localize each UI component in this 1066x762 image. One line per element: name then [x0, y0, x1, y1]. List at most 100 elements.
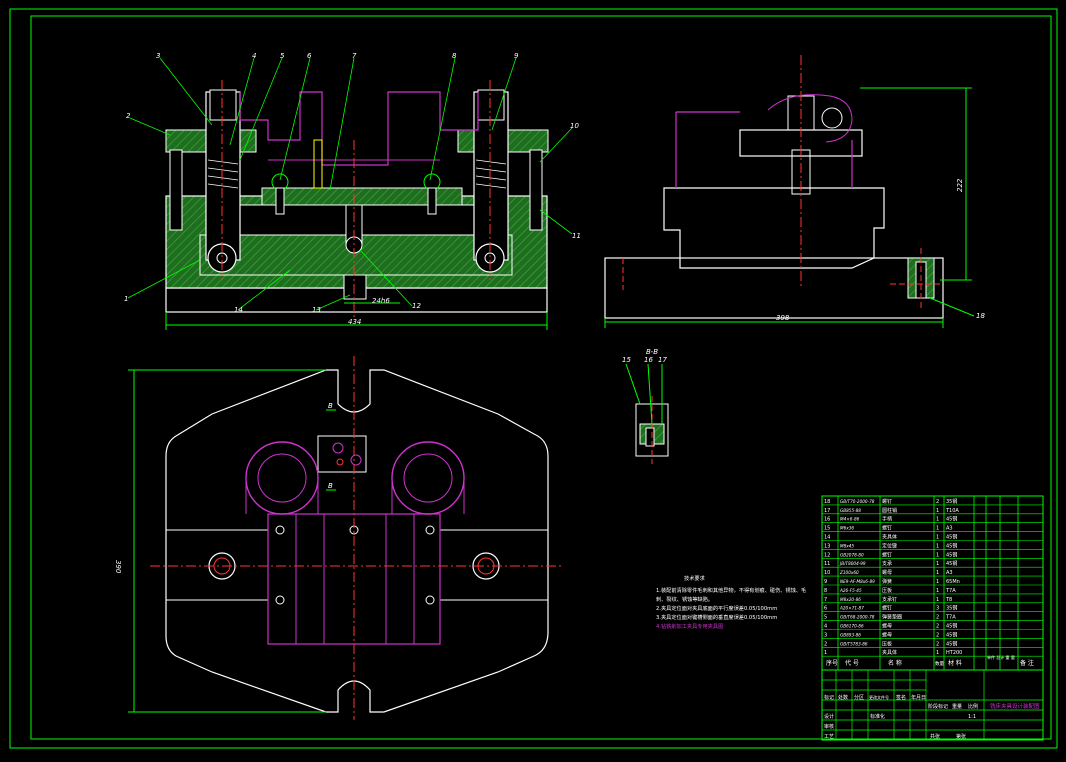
bill-of-materials: 18 GB/T70-2000-78 螺钉 2 35钢17 GB855-88 圆柱销 1 T10A… [821, 495, 1044, 671]
bom-cell-name: 支承 [882, 560, 892, 567]
tb-label-mark: 标记 [824, 694, 834, 701]
bom-cell-code: NE9-AF-M8x6-89 [840, 579, 875, 584]
tb-label-date: 年月日 [911, 694, 926, 701]
bom-header-mat: 材 料 [948, 659, 962, 667]
bom-cell-name: 螺母 [882, 569, 892, 576]
bom-cell-name: 弹簧 [882, 578, 892, 585]
bom-cell-qty: 2 [936, 624, 939, 630]
note-line-2: 刺、裂纹、锈蚀等缺陷。 [656, 595, 713, 603]
notes-heading: 技术要求 [684, 574, 706, 582]
drawing-canvas: 3 4 5 6 7 8 9 2 10 11 1 14 13 12 434 24h… [9, 8, 1058, 749]
tb-scale-value: 1:1 [968, 714, 976, 720]
tb-label-scale: 比例 [968, 703, 978, 710]
bom-cell-no: 3 [824, 632, 827, 638]
bom-cell-code: GB/T5783-86 [840, 641, 868, 646]
bom-cell-name: 螺钉 [882, 498, 892, 505]
bom-cell-qty: 1 [936, 570, 939, 576]
tb-drawing-name: 铣床夹具设计装配图 [990, 702, 1040, 710]
balloon-5: 5 [280, 52, 285, 60]
bom-cell-qty: 1 [936, 597, 939, 603]
bom-header-code: 代 号 [845, 659, 859, 667]
bom-cell-code: M8x20-86 [840, 597, 861, 602]
bom-cell-code: GB/T70-2000-78 [840, 499, 875, 504]
bom-cell-qty: 1 [936, 517, 939, 523]
balloon-6: 6 [307, 52, 312, 60]
balloon-8: 8 [452, 52, 457, 60]
bom-cell-code: M4×6-86 [840, 517, 860, 522]
dim-overall-width: 434 [348, 318, 361, 326]
tb-label-process: 工艺 [824, 734, 834, 740]
tb-label-sign: 签名 [896, 694, 906, 701]
note-line-4: 3.夹具定位面对键槽侧面的垂直度误差0.05/100mm [656, 613, 777, 621]
bom-cell-code: GB6170-86 [840, 624, 864, 629]
bom-cell-name: 压板 [882, 587, 892, 594]
section-mark-bottom: B [328, 482, 333, 490]
bom-cell-no: 8 [824, 588, 827, 594]
note-line-3: 2.夹具定位面对夹具底面的平行度误差0.05/100mm [656, 604, 777, 612]
bom-cell-name: 螺钉 [882, 525, 892, 532]
bom-cell-name: 螺钉 [882, 605, 892, 612]
bom-cell-no: 15 [824, 526, 830, 532]
bom-cell-no: 13 [824, 543, 830, 549]
bom-cell-mat: 35钢 [946, 605, 957, 612]
bom-cell-qty: 1 [936, 508, 939, 514]
bom-cell-no: 6 [824, 606, 827, 612]
bom-cell-mat: 45钢 [946, 551, 957, 558]
tb-label-count: 处数 [838, 694, 848, 701]
tb-label-sheet-no: 第张 [956, 733, 966, 740]
bom-cell-mat: 45钢 [946, 560, 957, 567]
bom-cell-qty: 3 [936, 606, 939, 612]
bom-cell-qty: 2 [936, 632, 939, 638]
balloon-16: 16 [644, 356, 653, 364]
balloon-15: 15 [622, 356, 631, 364]
bom-cell-name: 螺钉 [882, 551, 892, 558]
bom-cell-no: 17 [824, 508, 830, 514]
bom-cell-qty: 1 [936, 552, 939, 558]
side-view [604, 55, 975, 328]
bom-cell-name: 螺母 [882, 631, 892, 638]
bom-cell-no: 4 [824, 624, 827, 630]
bom-cell-code: GB893-86 [840, 632, 861, 637]
bom-cell-name: 支承钉 [882, 596, 897, 603]
technical-notes: 技术要求 1.装配前清除零件毛刺和其他异物，不得有划痕、碰伤、锈蚀、毛 刺、裂纹… [656, 574, 806, 630]
bom-cell-mat: 45钢 [946, 623, 957, 630]
bom-cell-qty: 2 [936, 641, 939, 647]
bom-cell-code: GB855-88 [840, 508, 861, 513]
bom-cell-mat: A3 [946, 526, 953, 532]
balloon-13: 13 [312, 306, 321, 314]
bom-cell-qty: 1 [936, 526, 939, 532]
bom-header-weight: 单件 总计 重 量 [987, 654, 1015, 660]
balloon-10: 10 [570, 122, 579, 130]
bom-cell-qty: 1 [936, 650, 939, 656]
bom-cell-mat: 45钢 [946, 542, 957, 549]
balloon-1: 1 [124, 295, 128, 303]
bom-cell-no: 16 [824, 517, 830, 523]
bom-cell-qty: 1 [936, 579, 939, 585]
bom-cell-mat: T8 [945, 597, 952, 603]
bom-cell-qty: 1 [936, 588, 939, 594]
balloon-9: 9 [514, 52, 519, 60]
bom-cell-mat: 45钢 [946, 534, 957, 541]
dim-side-width: 398 [776, 314, 790, 322]
bom-header-name: 名 称 [888, 659, 902, 667]
bom-cell-qty: 1 [936, 543, 939, 549]
bom-cell-code: GB/T68-2000-78 [840, 615, 875, 620]
bom-cell-no: 14 [824, 535, 830, 541]
bom-cell-no: 1 [824, 650, 827, 656]
bom-cell-qty: 1 [936, 535, 939, 541]
bom-cell-code: GB2078-80 [840, 552, 864, 557]
note-line-5: 4.钻铣削加工夹具专用夹具图 [656, 622, 723, 630]
bom-cell-name: 夹具体 [882, 534, 897, 541]
bom-cell-mat: T10A [945, 508, 959, 514]
bom-cell-code: Z100x60 [839, 570, 859, 575]
bom-cell-no: 7 [824, 597, 827, 603]
balloon-17: 17 [658, 356, 667, 364]
bom-cell-no: 18 [824, 499, 830, 505]
tb-label-standard: 标准化 [870, 713, 885, 720]
tb-label-weight: 重量 [952, 703, 962, 710]
bom-cell-mat: 45钢 [946, 516, 957, 523]
bom-cell-code: M6x36 [840, 526, 854, 531]
tb-label-stage: 阶段标记 [928, 703, 948, 710]
tb-label-review: 审核 [824, 723, 834, 730]
tb-label-total-sheets: 共张 [930, 733, 940, 740]
